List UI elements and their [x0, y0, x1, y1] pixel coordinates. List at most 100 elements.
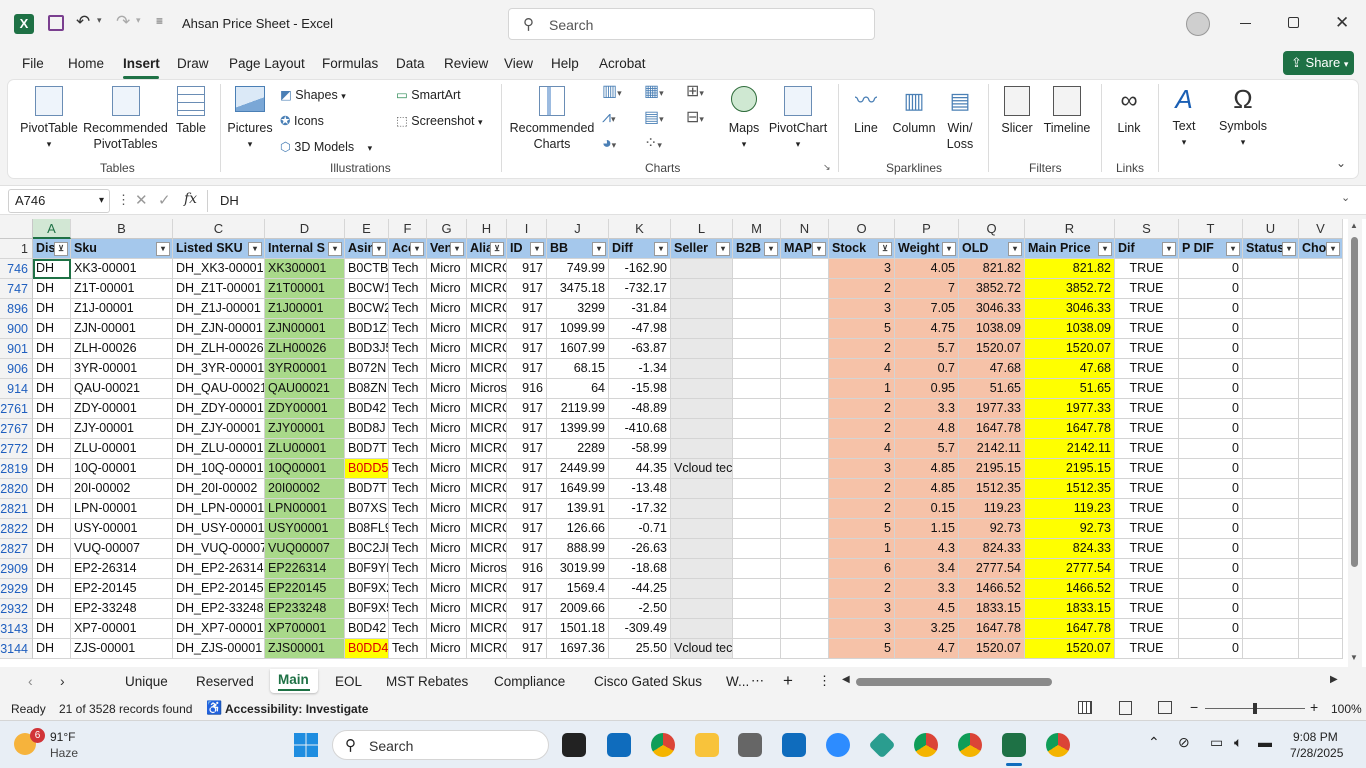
table-cell[interactable]: DH	[33, 279, 71, 299]
table-cell[interactable]: TRUE	[1115, 519, 1179, 539]
column-header-s[interactable]: S	[1115, 219, 1179, 239]
table-cell[interactable]: ZLH00026	[265, 339, 345, 359]
table-cell[interactable]	[671, 599, 733, 619]
table-cell[interactable]: 3.3	[895, 399, 959, 419]
table-cell[interactable]: ZJY00001	[265, 419, 345, 439]
sheet-tab-unique[interactable]: Unique	[125, 674, 168, 689]
tab-data[interactable]: Data	[396, 56, 425, 71]
table-cell[interactable]: Micro	[427, 339, 467, 359]
filter-dropdown-icon[interactable]: ▾	[812, 242, 826, 256]
table-cell[interactable]: EP226314	[265, 559, 345, 579]
header-cell[interactable]: Internal S ▾	[265, 239, 345, 259]
table-cell[interactable]: 1466.52	[959, 579, 1025, 599]
table-cell[interactable]: MICRO	[467, 499, 507, 519]
table-cell[interactable]: Micro	[427, 419, 467, 439]
display-icon[interactable]: ▭	[1210, 734, 1223, 751]
sheet-list-icon[interactable]: ⋯	[751, 673, 764, 689]
table-cell[interactable]: 4.85	[895, 479, 959, 499]
row-header[interactable]: 2761	[0, 399, 33, 419]
table-cell[interactable]: Micro	[427, 639, 467, 659]
table-cell[interactable]: -58.99	[609, 439, 671, 459]
table-cell[interactable]: DH_20I-00002	[173, 479, 265, 499]
filter-dropdown-icon[interactable]: ▾	[530, 242, 544, 256]
table-cell[interactable]: 1697.36	[547, 639, 609, 659]
table-cell[interactable]: TRUE	[1115, 479, 1179, 499]
table-cell[interactable]: TRUE	[1115, 539, 1179, 559]
table-cell[interactable]: 917	[507, 499, 547, 519]
filter-dropdown-icon[interactable]: ▾	[716, 242, 730, 256]
table-cell[interactable]: ZJN00001	[265, 319, 345, 339]
table-cell[interactable]: DH_10Q-00001	[173, 459, 265, 479]
table-cell[interactable]	[781, 519, 829, 539]
table-cell[interactable]: 2142.11	[959, 439, 1025, 459]
tab-file[interactable]: File	[22, 56, 44, 71]
table-cell[interactable]: QAU00021	[265, 379, 345, 399]
table-cell[interactable]: MICRO	[467, 539, 507, 559]
table-cell[interactable]: 119.23	[959, 499, 1025, 519]
table-cell[interactable]: DH_ZJN-00001	[173, 319, 265, 339]
header-cell[interactable]: Stock ⊻	[829, 239, 895, 259]
table-cell[interactable]: 1466.52	[1025, 579, 1115, 599]
table-cell[interactable]: 0	[1179, 559, 1243, 579]
text-button[interactable]: A Text ▾	[1166, 84, 1202, 150]
header-cell[interactable]: Cho ▾	[1299, 239, 1343, 259]
table-cell[interactable]: DH_3YR-00001	[173, 359, 265, 379]
table-cell[interactable]: 2	[829, 579, 895, 599]
table-cell[interactable]: 92.73	[959, 519, 1025, 539]
table-cell[interactable]: 2195.15	[959, 459, 1025, 479]
table-cell[interactable]: 2	[829, 399, 895, 419]
header-cell[interactable]: ID ▾	[507, 239, 547, 259]
table-cell[interactable]: 5	[829, 639, 895, 659]
table-cell[interactable]	[733, 579, 781, 599]
add-sheet-icon[interactable]: +	[783, 671, 793, 691]
table-cell[interactable]: DH	[33, 419, 71, 439]
table-cell[interactable]: DH	[33, 619, 71, 639]
table-cell[interactable]: -13.48	[609, 479, 671, 499]
table-cell[interactable]: 1647.78	[959, 419, 1025, 439]
table-cell[interactable]: TRUE	[1115, 499, 1179, 519]
file-explorer-icon[interactable]	[695, 733, 719, 757]
table-cell[interactable]: -732.17	[609, 279, 671, 299]
table-cell[interactable]: Micro	[427, 279, 467, 299]
table-cell[interactable]: DH	[33, 259, 71, 279]
table-cell[interactable]	[1299, 339, 1343, 359]
zoom-level[interactable]: 100%	[1331, 702, 1362, 716]
table-cell[interactable]: 10Q00001	[265, 459, 345, 479]
table-cell[interactable]: 4.85	[895, 459, 959, 479]
table-cell[interactable]: DH	[33, 559, 71, 579]
table-cell[interactable]: XK300001	[265, 259, 345, 279]
table-cell[interactable]	[671, 499, 733, 519]
table-cell[interactable]	[733, 439, 781, 459]
table-cell[interactable]: Tech	[389, 479, 427, 499]
table-cell[interactable]	[781, 399, 829, 419]
chrome-profile-3-icon[interactable]	[1046, 733, 1070, 757]
table-cell[interactable]: DH	[33, 359, 71, 379]
table-cell[interactable]: -410.68	[609, 419, 671, 439]
table-cell[interactable]: EP2-20145	[71, 579, 173, 599]
filter-dropdown-icon[interactable]: ▾	[764, 242, 778, 256]
table-cell[interactable]: DH_ZLH-00026	[173, 339, 265, 359]
table-cell[interactable]	[1243, 319, 1299, 339]
table-cell[interactable]: USY-00001	[71, 519, 173, 539]
table-cell[interactable]: 5	[829, 319, 895, 339]
excel-taskbar-icon[interactable]	[1002, 733, 1026, 757]
table-cell[interactable]: ZJS00001	[265, 639, 345, 659]
filter-dropdown-icon[interactable]: ▾	[1326, 242, 1340, 256]
symbols-button[interactable]: Ω Symbols ▾	[1216, 84, 1270, 150]
table-cell[interactable]: 1501.18	[547, 619, 609, 639]
table-cell[interactable]: 821.82	[959, 259, 1025, 279]
table-cell[interactable]: 3299	[547, 299, 609, 319]
table-cell[interactable]: USY00001	[265, 519, 345, 539]
table-cell[interactable]: -47.98	[609, 319, 671, 339]
table-cell[interactable]	[1299, 359, 1343, 379]
table-cell[interactable]	[733, 539, 781, 559]
next-sheet-icon[interactable]: ›	[60, 673, 65, 689]
column-header-g[interactable]: G	[427, 219, 467, 239]
table-cell[interactable]: 0	[1179, 399, 1243, 419]
table-cell[interactable]: Z1J-00001	[71, 299, 173, 319]
column-header-a[interactable]: A	[33, 219, 71, 239]
table-cell[interactable]: DH	[33, 599, 71, 619]
table-cell[interactable]: QAU-00021	[71, 379, 173, 399]
pivotchart-button[interactable]: PivotChart ▾	[766, 86, 830, 152]
table-cell[interactable]: TRUE	[1115, 319, 1179, 339]
